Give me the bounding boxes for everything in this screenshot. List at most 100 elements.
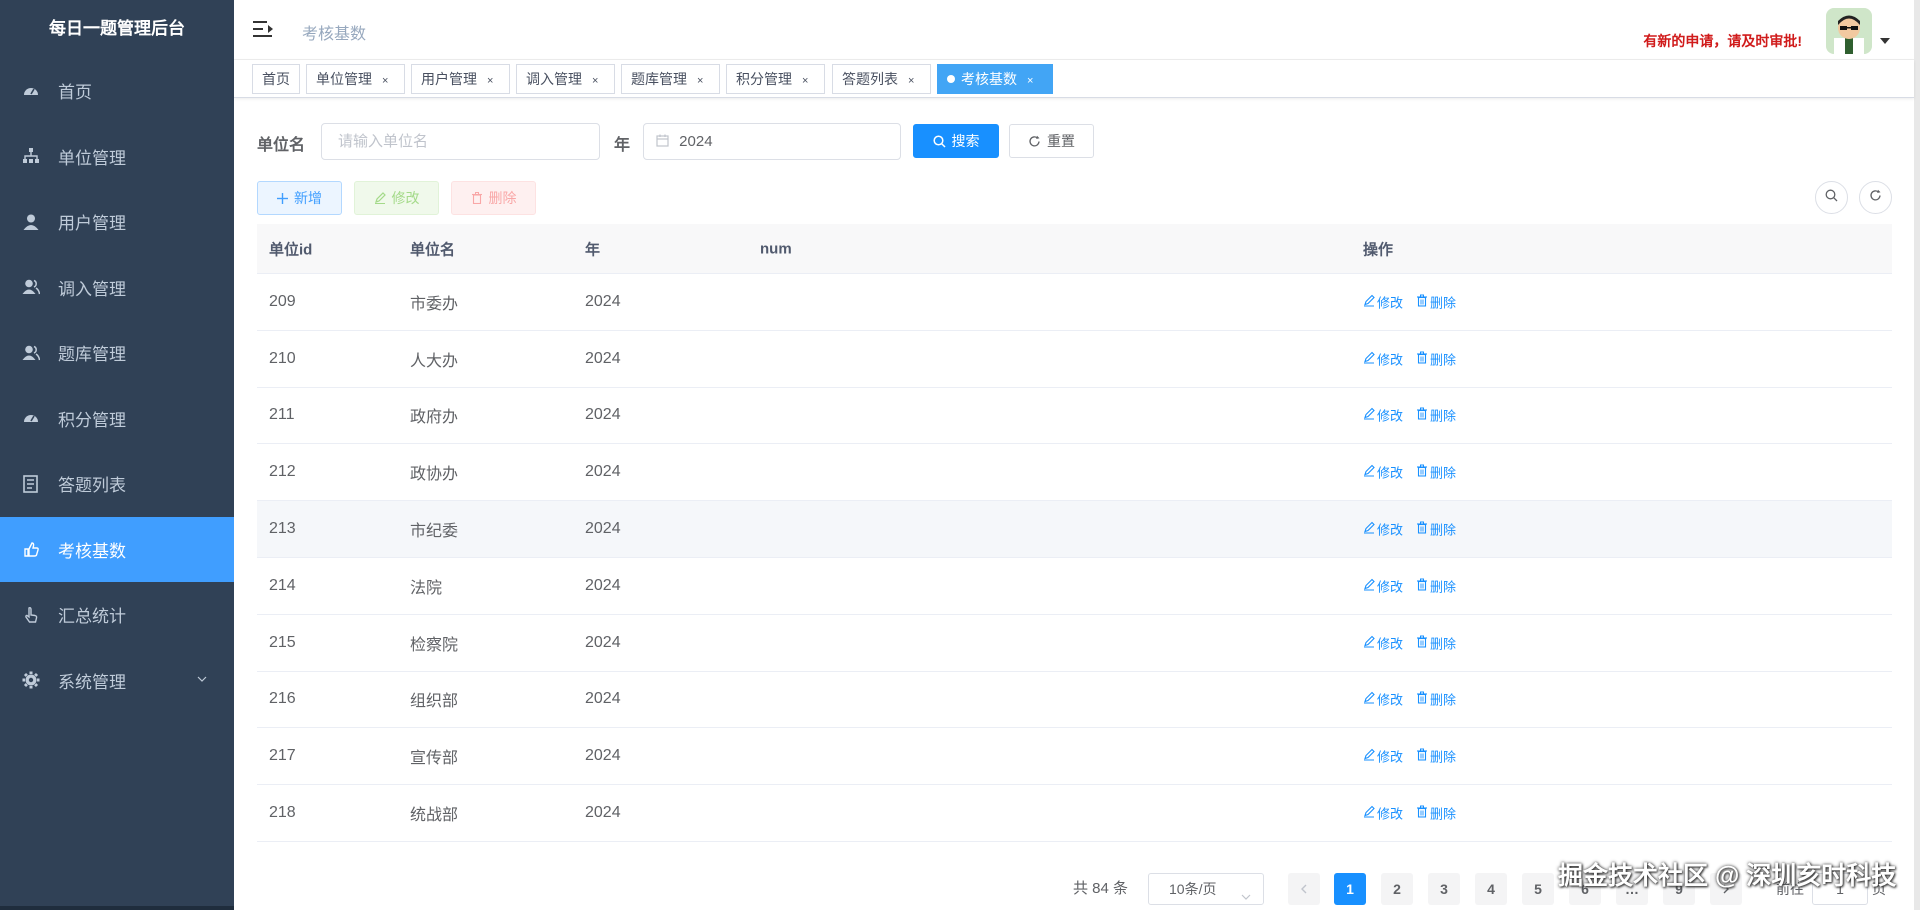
- row-edit-label: 修改: [1377, 692, 1404, 708]
- row-delete-link[interactable]: 删除: [1416, 292, 1456, 311]
- table-row[interactable]: 212 政协办 2024 修改 删除: [257, 444, 1892, 502]
- tag-8[interactable]: 考核基数 ×: [937, 64, 1053, 94]
- page-number-4[interactable]: 4: [1475, 873, 1507, 905]
- tag-2[interactable]: 单位管理 ×: [306, 64, 405, 94]
- edit-button[interactable]: 修改: [354, 181, 439, 215]
- app-title: 每日一题管理后台: [49, 19, 185, 38]
- refresh-icon: [1869, 189, 1882, 207]
- close-icon[interactable]: ×: [1027, 75, 1033, 87]
- table-row[interactable]: 213 市纪委 2024 修改 删除: [257, 501, 1892, 558]
- tag-6[interactable]: 积分管理 ×: [726, 64, 825, 94]
- sidebar-item-4[interactable]: 调入管理: [0, 255, 234, 321]
- avatar[interactable]: [1826, 8, 1872, 54]
- page-size-select[interactable]: 10条/页: [1148, 873, 1264, 905]
- table-row[interactable]: 210 人大办 2024 修改 删除: [257, 331, 1892, 388]
- sidebar-item-2[interactable]: 单位管理: [0, 124, 234, 190]
- close-icon[interactable]: ×: [802, 75, 808, 87]
- page-number-2[interactable]: 2: [1381, 873, 1413, 905]
- sidebar-item-9[interactable]: 汇总统计: [0, 582, 234, 648]
- close-icon[interactable]: ×: [908, 75, 914, 87]
- page-number-1[interactable]: 1: [1334, 873, 1366, 905]
- table-row[interactable]: 211 政府办 2024 修改 删除: [257, 388, 1892, 445]
- sidebar-item-3[interactable]: 用户管理: [0, 189, 234, 255]
- cell-unit-name: 人大办: [410, 352, 459, 370]
- toggle-search-button[interactable]: [1815, 181, 1848, 214]
- row-edit-link[interactable]: 修改: [1363, 576, 1403, 595]
- delete-button[interactable]: 删除: [451, 181, 536, 215]
- prev-page-button[interactable]: [1288, 873, 1320, 905]
- unit-name-input[interactable]: 请输入单位名: [321, 123, 600, 160]
- cell-year: 2024: [585, 292, 621, 310]
- row-edit-link[interactable]: 修改: [1363, 463, 1403, 482]
- chevron-down-icon: [196, 670, 208, 690]
- table-row[interactable]: 218 统战部 2024 修改 删除: [257, 785, 1892, 842]
- add-button[interactable]: 新增: [257, 181, 342, 215]
- cell-unit-name: 宣传部: [410, 750, 459, 768]
- row-edit-label: 修改: [1377, 352, 1404, 368]
- row-actions: 修改 删除: [1363, 520, 1456, 539]
- tag-5[interactable]: 题库管理 ×: [621, 64, 720, 94]
- active-dot-icon: [947, 75, 955, 83]
- row-delete-link[interactable]: 删除: [1416, 804, 1456, 823]
- table-row[interactable]: 209 市委办 2024 修改 删除: [257, 274, 1892, 331]
- row-delete-link[interactable]: 删除: [1416, 690, 1456, 709]
- approval-notice[interactable]: 有新的申请，请及时审批!: [1643, 31, 1802, 51]
- row-edit-link[interactable]: 修改: [1363, 406, 1403, 425]
- table-row[interactable]: 215 检察院 2024 修改 删除: [257, 615, 1892, 672]
- refresh-table-button[interactable]: [1859, 181, 1892, 214]
- row-delete-link[interactable]: 删除: [1416, 747, 1456, 766]
- sidebar-item-label: 用户管理: [58, 214, 126, 234]
- row-delete-link[interactable]: 删除: [1416, 633, 1456, 652]
- sidebar-item-6[interactable]: 积分管理: [0, 386, 234, 452]
- tag-7[interactable]: 答题列表 ×: [832, 64, 931, 94]
- navbar: 考核基数 有新的申请，请及时审批!: [234, 0, 1914, 60]
- tag-3[interactable]: 用户管理 ×: [411, 64, 510, 94]
- row-actions: 修改 删除: [1363, 747, 1456, 766]
- chevron-down-icon[interactable]: [1880, 38, 1890, 44]
- cell-unit-id: 218: [269, 804, 296, 822]
- row-edit-link[interactable]: 修改: [1363, 804, 1403, 823]
- year-picker[interactable]: 2024: [643, 123, 901, 160]
- close-icon[interactable]: ×: [382, 75, 388, 87]
- sidebar-item-7[interactable]: 答题列表: [0, 451, 234, 517]
- row-delete-link[interactable]: 删除: [1416, 520, 1456, 539]
- row-delete-link[interactable]: 删除: [1416, 406, 1456, 425]
- row-actions: 修改 删除: [1363, 633, 1456, 652]
- row-delete-link[interactable]: 删除: [1416, 349, 1456, 368]
- reset-button[interactable]: 重置: [1009, 124, 1094, 158]
- table-header: 单位id 单位名 年 num 操作: [257, 224, 1892, 274]
- sidebar-item-1[interactable]: 首页: [0, 58, 234, 124]
- edit-icon: [1363, 805, 1377, 821]
- row-edit-link[interactable]: 修改: [1363, 520, 1403, 539]
- row-edit-link[interactable]: 修改: [1363, 292, 1403, 311]
- close-icon[interactable]: ×: [592, 75, 598, 87]
- sidebar-item-10[interactable]: 系统管理: [0, 648, 234, 714]
- row-edit-link[interactable]: 修改: [1363, 633, 1403, 652]
- tag-4[interactable]: 调入管理 ×: [516, 64, 615, 94]
- table-row[interactable]: 214 法院 2024 修改 删除: [257, 558, 1892, 615]
- row-edit-link[interactable]: 修改: [1363, 690, 1403, 709]
- row-delete-link[interactable]: 删除: [1416, 576, 1456, 595]
- row-delete-link[interactable]: 删除: [1416, 463, 1456, 482]
- page-number-3[interactable]: 3: [1428, 873, 1460, 905]
- trash-icon: [471, 192, 483, 204]
- sidebar-item-5[interactable]: 题库管理: [0, 320, 234, 386]
- edit-icon: [1363, 465, 1377, 480]
- sidebar-item-8[interactable]: 考核基数: [0, 516, 234, 582]
- row-actions: 修改 删除: [1363, 804, 1456, 823]
- close-icon[interactable]: ×: [487, 75, 493, 87]
- trash-icon: [1416, 691, 1430, 707]
- page-number-5[interactable]: 5: [1522, 873, 1554, 905]
- edit-icon: [1363, 748, 1377, 764]
- table-row[interactable]: 216 组织部 2024 修改 删除: [257, 672, 1892, 729]
- search-button[interactable]: 搜索: [913, 124, 999, 158]
- cell-unit-id: 213: [269, 520, 296, 538]
- close-icon[interactable]: ×: [697, 75, 703, 87]
- row-edit-link[interactable]: 修改: [1363, 747, 1403, 766]
- row-edit-link[interactable]: 修改: [1363, 349, 1403, 368]
- row-delete-label: 删除: [1430, 295, 1457, 311]
- tag-1[interactable]: 首页: [252, 64, 300, 94]
- hamburger-icon[interactable]: [252, 18, 274, 40]
- unit-name-placeholder: 请输入单位名: [338, 133, 429, 150]
- table-row[interactable]: 217 宣传部 2024 修改 删除: [257, 728, 1892, 786]
